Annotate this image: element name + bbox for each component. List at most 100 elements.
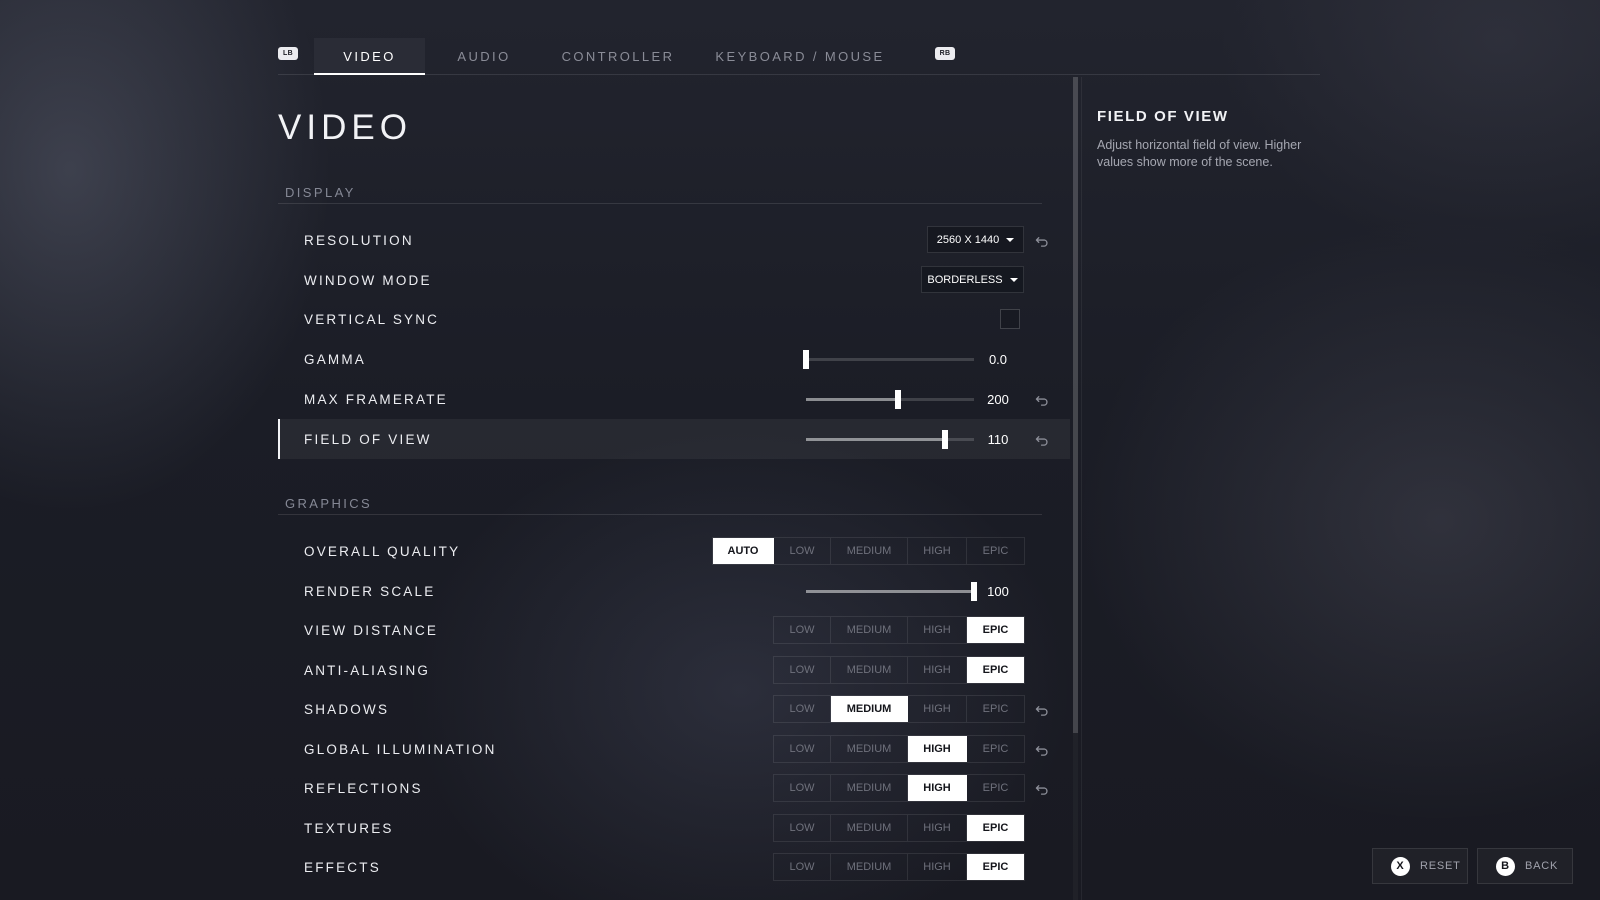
reset-button[interactable]: X RESET (1372, 848, 1468, 884)
overall-quality-row[interactable]: OVERALL QUALITY AUTO LOW MEDIUM HIGH EPI… (278, 531, 1070, 571)
option-medium[interactable]: MEDIUM (831, 696, 908, 722)
anti-aliasing-selector[interactable]: LOW MEDIUM HIGH EPIC (773, 656, 1025, 684)
global-illumination-row[interactable]: GLOBAL ILLUMINATION LOW MEDIUM HIGH EPIC (278, 729, 1070, 769)
gamma-slider[interactable] (803, 350, 974, 369)
option-epic[interactable]: EPIC (967, 538, 1024, 564)
scrollbar-thumb[interactable] (1073, 77, 1078, 733)
vertical-sync-row[interactable]: VERTICAL SYNC (278, 299, 1070, 339)
rb-bumper-icon[interactable]: RB (935, 47, 955, 60)
option-epic[interactable]: EPIC (967, 854, 1024, 880)
shadows-row[interactable]: SHADOWS LOW MEDIUM HIGH EPIC (278, 689, 1070, 729)
option-medium[interactable]: MEDIUM (831, 815, 908, 841)
tab-audio[interactable]: AUDIO (440, 38, 528, 75)
option-high[interactable]: HIGH (908, 854, 967, 880)
reset-icon[interactable] (1035, 392, 1050, 407)
reflections-row[interactable]: REFLECTIONS LOW MEDIUM HIGH EPIC (278, 768, 1070, 808)
window-mode-row[interactable]: WINDOW MODE BORDERLESS (278, 260, 1070, 300)
option-low[interactable]: LOW (774, 736, 831, 762)
effects-selector[interactable]: LOW MEDIUM HIGH EPIC (773, 853, 1025, 881)
back-button[interactable]: B BACK (1477, 848, 1573, 884)
render-scale-row[interactable]: RENDER SCALE 100 (278, 571, 1070, 611)
back-button-label: BACK (1525, 860, 1559, 872)
option-auto[interactable]: AUTO (713, 538, 774, 564)
option-low[interactable]: LOW (774, 775, 831, 801)
lb-bumper-icon[interactable]: LB (278, 47, 298, 60)
max-framerate-row[interactable]: MAX FRAMERATE 200 (278, 379, 1070, 419)
option-epic[interactable]: EPIC (967, 617, 1024, 643)
view-distance-selector[interactable]: LOW MEDIUM HIGH EPIC (773, 616, 1025, 644)
tab-video[interactable]: VIDEO (314, 38, 425, 75)
field-of-view-row[interactable]: FIELD OF VIEW 110 (278, 419, 1070, 459)
option-high[interactable]: HIGH (908, 617, 967, 643)
option-medium[interactable]: MEDIUM (831, 775, 908, 801)
global-illumination-selector[interactable]: LOW MEDIUM HIGH EPIC (773, 735, 1025, 763)
option-medium[interactable]: MEDIUM (831, 538, 908, 564)
option-high[interactable]: HIGH (908, 736, 967, 762)
effects-label: EFFECTS (304, 859, 381, 875)
window-mode-dropdown[interactable]: BORDERLESS (921, 266, 1024, 293)
option-high[interactable]: HIGH (908, 815, 967, 841)
panel-divider (1081, 77, 1082, 900)
view-distance-row[interactable]: VIEW DISTANCE LOW MEDIUM HIGH EPIC (278, 610, 1070, 650)
option-medium[interactable]: MEDIUM (831, 657, 908, 683)
reset-icon[interactable] (1035, 742, 1050, 757)
slider-thumb[interactable] (971, 582, 977, 601)
reset-icon[interactable] (1035, 702, 1050, 717)
anti-aliasing-row[interactable]: ANTI-ALIASING LOW MEDIUM HIGH EPIC (278, 650, 1070, 690)
effects-row[interactable]: EFFECTS LOW MEDIUM HIGH EPIC (278, 847, 1070, 887)
option-medium[interactable]: MEDIUM (831, 854, 908, 880)
gamma-row[interactable]: GAMMA 0.0 (278, 339, 1070, 379)
reset-icon[interactable] (1035, 432, 1050, 447)
option-epic[interactable]: EPIC (967, 736, 1024, 762)
max-framerate-value: 200 (987, 391, 1009, 407)
graphics-section-divider (278, 514, 1042, 515)
option-medium[interactable]: MEDIUM (831, 736, 908, 762)
textures-label: TEXTURES (304, 820, 394, 836)
option-epic[interactable]: EPIC (967, 815, 1024, 841)
option-high[interactable]: HIGH (908, 775, 967, 801)
option-high[interactable]: HIGH (908, 696, 967, 722)
vertical-sync-label: VERTICAL SYNC (304, 311, 440, 327)
page-title: VIDEO (278, 108, 412, 147)
option-low[interactable]: LOW (774, 696, 831, 722)
slider-thumb[interactable] (895, 390, 902, 409)
field-of-view-slider[interactable] (806, 430, 974, 449)
reset-icon[interactable] (1035, 781, 1050, 796)
view-distance-label: VIEW DISTANCE (304, 622, 439, 638)
option-low[interactable]: LOW (774, 854, 831, 880)
resolution-dropdown[interactable]: 2560 X 1440 (927, 226, 1024, 253)
global-illumination-label: GLOBAL ILLUMINATION (304, 741, 497, 757)
option-high[interactable]: HIGH (908, 657, 967, 683)
shadows-selector[interactable]: LOW MEDIUM HIGH EPIC (773, 695, 1025, 723)
option-low[interactable]: LOW (774, 617, 831, 643)
resolution-row[interactable]: RESOLUTION 2560 X 1440 (278, 220, 1070, 260)
option-low[interactable]: LOW (774, 657, 831, 683)
max-framerate-slider[interactable] (806, 390, 974, 409)
max-framerate-label: MAX FRAMERATE (304, 391, 448, 407)
textures-selector[interactable]: LOW MEDIUM HIGH EPIC (773, 814, 1025, 842)
textures-row[interactable]: TEXTURES LOW MEDIUM HIGH EPIC (278, 808, 1070, 848)
render-scale-label: RENDER SCALE (304, 583, 436, 599)
slider-thumb[interactable] (803, 350, 809, 369)
overall-quality-selector[interactable]: AUTO LOW MEDIUM HIGH EPIC (712, 537, 1025, 565)
resolution-value: 2560 X 1440 (936, 233, 1000, 246)
reset-icon[interactable] (1035, 233, 1050, 248)
option-medium[interactable]: MEDIUM (831, 617, 908, 643)
slider-thumb[interactable] (942, 430, 949, 449)
option-epic[interactable]: EPIC (967, 657, 1024, 683)
option-epic[interactable]: EPIC (967, 775, 1024, 801)
field-of-view-value: 110 (987, 431, 1009, 447)
reset-button-label: RESET (1420, 860, 1461, 872)
chevron-down-icon (1006, 237, 1015, 242)
option-high[interactable]: HIGH (908, 538, 967, 564)
vertical-sync-checkbox[interactable] (1000, 309, 1020, 329)
tab-controller[interactable]: CONTROLLER (553, 38, 683, 75)
gamma-label: GAMMA (304, 351, 367, 367)
tab-keyboard-mouse[interactable]: KEYBOARD / MOUSE (702, 38, 898, 75)
anti-aliasing-label: ANTI-ALIASING (304, 662, 431, 678)
render-scale-slider[interactable] (806, 582, 977, 601)
option-epic[interactable]: EPIC (967, 696, 1024, 722)
reflections-selector[interactable]: LOW MEDIUM HIGH EPIC (773, 774, 1025, 802)
option-low[interactable]: LOW (774, 815, 831, 841)
option-low[interactable]: LOW (774, 538, 831, 564)
